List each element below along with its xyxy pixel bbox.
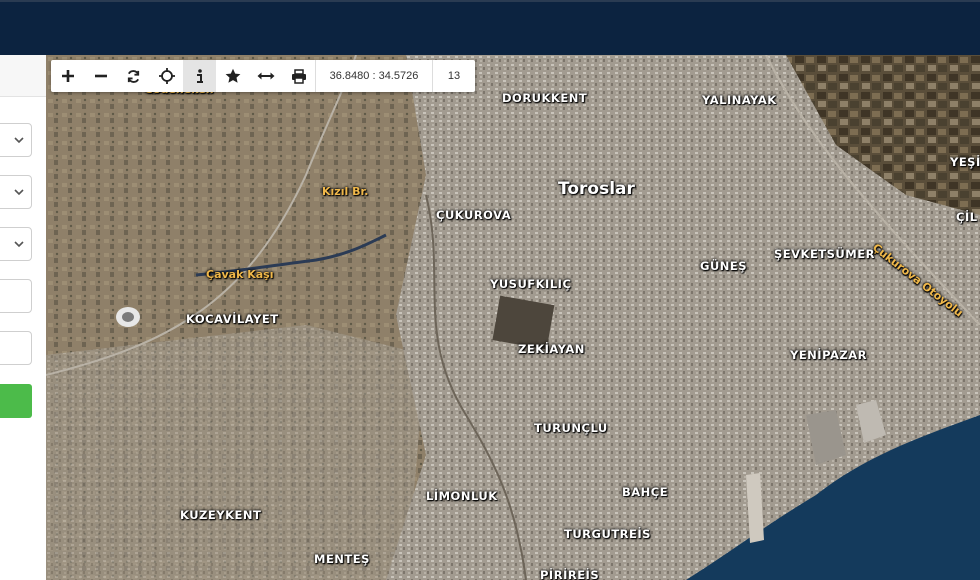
place-label-kuzeykent: KUZEYKENT	[180, 508, 262, 522]
top-navigation-bar	[0, 0, 980, 55]
bookmark-button[interactable]	[216, 60, 249, 92]
satellite-map[interactable]: Gödeneken DORUKKENT YALINAYAK Toroslar K…	[46, 55, 980, 580]
print-icon	[291, 68, 306, 84]
chevron-down-icon	[14, 189, 24, 196]
info-button[interactable]	[183, 60, 216, 92]
place-label-zekiayan: ZEKİAYAN	[518, 342, 585, 356]
place-label-toroslar: Toroslar	[558, 179, 635, 199]
zoom-level: 13	[447, 70, 461, 82]
refresh-button[interactable]	[117, 60, 150, 92]
info-icon	[196, 68, 203, 83]
cursor-coordinates: 36.8480 : 34.5726	[315, 60, 433, 92]
filter-sidebar	[0, 55, 47, 580]
topbar-edge	[0, 0, 980, 2]
search-button[interactable]	[0, 384, 32, 418]
minus-icon	[94, 74, 107, 78]
zoom-in-button[interactable]	[51, 60, 84, 92]
filter-select-3[interactable]	[0, 227, 32, 261]
filter-input-1[interactable]	[0, 279, 32, 313]
crosshair-icon	[158, 68, 175, 84]
filter-select-2[interactable]	[0, 175, 32, 209]
star-icon	[225, 68, 240, 83]
place-label-yusufkilic: YUSUFKILIÇ	[490, 277, 572, 291]
place-label-turunclu: TURUNÇLU	[534, 421, 608, 435]
place-label-mentes: MENTEŞ	[314, 552, 370, 566]
measure-icon	[257, 72, 274, 80]
chevron-down-icon	[14, 137, 24, 144]
chevron-down-icon	[14, 241, 24, 248]
place-label-gunes: GÜNEŞ	[700, 259, 748, 273]
refresh-icon	[127, 69, 140, 83]
place-label-dorukkent: DORUKKENT	[502, 91, 588, 105]
locate-button[interactable]	[150, 60, 183, 92]
place-label-yalinayak: YALINAYAK	[702, 93, 777, 107]
plus-icon	[61, 70, 74, 82]
measure-button[interactable]	[249, 60, 282, 92]
place-label-cukurova: ÇUKUROVA	[436, 208, 512, 222]
place-label-limonluk: LİMONLUK	[426, 489, 498, 503]
place-label-kizil-br: Kızıl Br.	[322, 185, 369, 198]
place-label-pirireis: PİRİREİS	[540, 568, 600, 580]
place-label-yesil: YEŞİ	[950, 155, 980, 169]
filter-select-1[interactable]	[0, 123, 32, 157]
place-label-cavak-kasi: Çavak Kaşı	[206, 268, 274, 281]
place-label-yenipazar: YENİPAZAR	[790, 348, 867, 362]
sidebar-header	[0, 55, 46, 97]
filter-input-2[interactable]	[0, 331, 32, 365]
place-label-sevketsumer: ŞEVKETSÜMER	[774, 247, 875, 261]
place-label-turgutreis: TURGUTREİS	[564, 527, 651, 541]
print-button[interactable]	[282, 60, 315, 92]
map-toolbar: 36.8480 : 34.5726 13	[51, 60, 475, 92]
place-label-kocavilayet: KOCAVİLAYET	[186, 312, 279, 326]
place-label-bahce: BAHÇE	[622, 485, 669, 499]
zoom-out-button[interactable]	[84, 60, 117, 92]
place-label-cil: ÇİL	[956, 210, 978, 224]
